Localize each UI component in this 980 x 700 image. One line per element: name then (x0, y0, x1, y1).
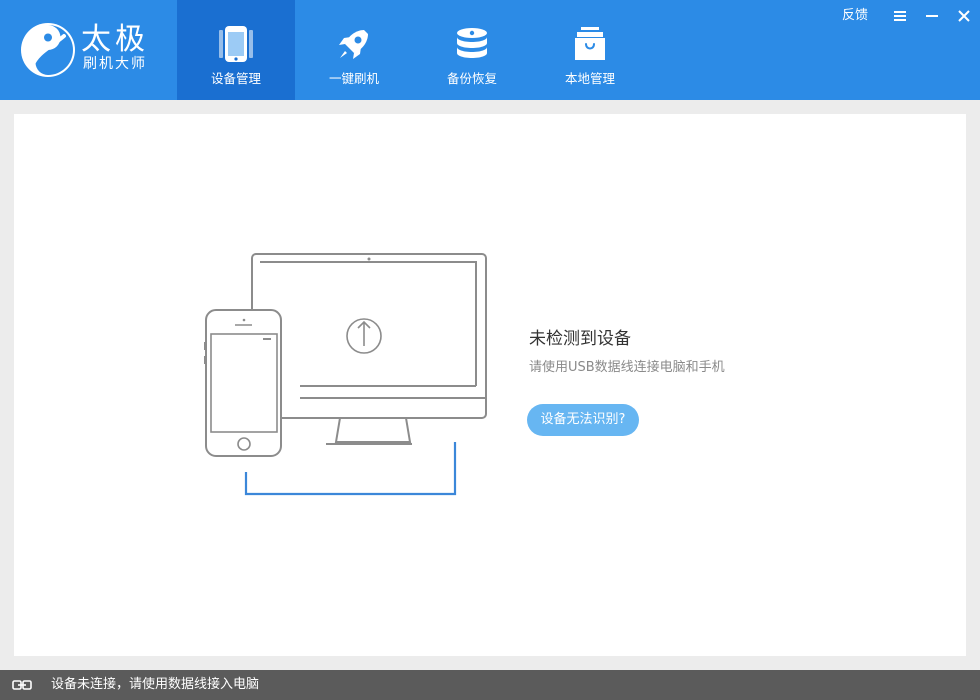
link-icon (12, 680, 32, 690)
status-title: 未检测到设备 (529, 329, 631, 349)
tab-label: 本地管理 (564, 71, 615, 86)
phone-icon (219, 26, 253, 62)
tab-label: 一键刷机 (328, 71, 379, 86)
upload-icon (346, 318, 382, 354)
status-description: 请使用USB数据线连接电脑和手机 (529, 360, 725, 375)
database-icon (457, 28, 487, 58)
tab-device-management[interactable]: 设备管理 (177, 0, 295, 100)
minimize-icon[interactable] (922, 6, 942, 26)
tab-backup-restore[interactable]: 备份恢复 (413, 0, 531, 100)
status-bar: 设备未连接，请使用数据线接入电脑 (0, 670, 980, 700)
shopping-bag-icon (575, 27, 605, 60)
feedback-button[interactable]: 反馈 (842, 7, 868, 25)
close-icon[interactable] (954, 6, 974, 26)
status-text: 设备未连接，请使用数据线接入电脑 (51, 677, 260, 692)
tab-local-management[interactable]: 本地管理 (531, 0, 649, 100)
main-content: 未检测到设备 请使用USB数据线连接电脑和手机 设备无法识别? (14, 114, 966, 656)
tab-label: 设备管理 (210, 71, 261, 86)
brand-title: 太极 (81, 22, 149, 57)
phone-outline-icon (204, 309, 282, 457)
menu-icon[interactable] (890, 6, 910, 26)
top-bar: 太极 刷机大师 设备管理 一键刷机 备份恢复 本地管理 反馈 (0, 0, 980, 100)
device-not-recognized-button[interactable]: 设备无法识别? (527, 404, 639, 436)
monitor-icon (251, 253, 487, 445)
device-connection-illustration (204, 253, 487, 496)
tab-label: 备份恢复 (446, 71, 497, 86)
brand-subtitle: 刷机大师 (83, 56, 147, 72)
taiji-logo-icon (21, 23, 75, 77)
tab-one-click-flash[interactable]: 一键刷机 (295, 0, 413, 100)
rocket-icon (339, 30, 368, 59)
